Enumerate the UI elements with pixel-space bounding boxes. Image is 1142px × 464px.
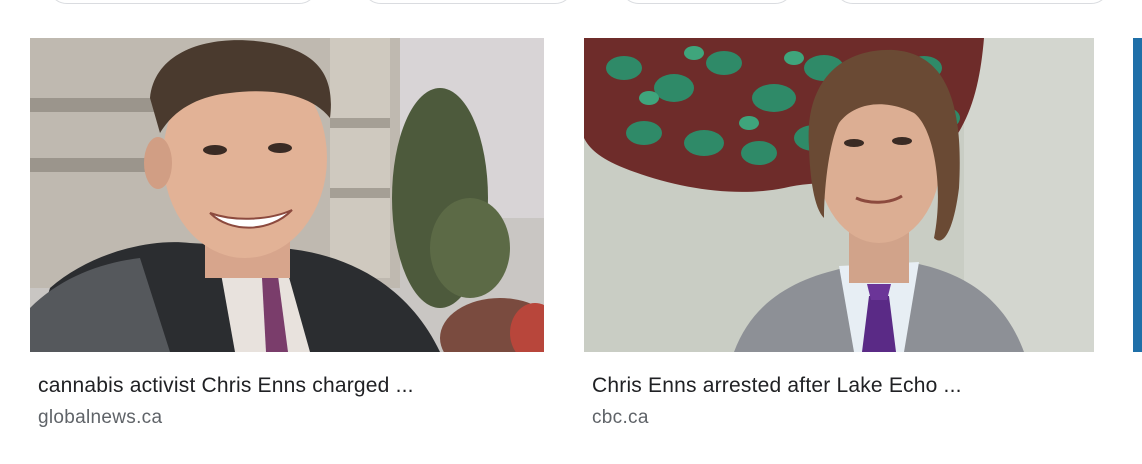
next-result-thumbnail[interactable]	[1133, 38, 1142, 352]
filter-chip[interactable]	[48, 0, 318, 4]
result-source[interactable]: globalnews.ca	[38, 406, 544, 430]
filter-chip[interactable]	[362, 0, 574, 4]
result-title[interactable]: cannabis activist Chris Enns charged ...	[38, 372, 544, 400]
filter-chip[interactable]	[834, 0, 1110, 4]
result-source[interactable]: cbc.ca	[592, 406, 1094, 430]
result-thumbnail[interactable]	[584, 38, 1094, 352]
filter-chip[interactable]	[620, 0, 794, 4]
image-result-card[interactable]: Chris Enns arrested after Lake Echo ... …	[584, 38, 1094, 430]
result-thumbnail[interactable]	[30, 38, 544, 352]
result-title[interactable]: Chris Enns arrested after Lake Echo ...	[592, 372, 1094, 400]
image-results-page: cannabis activist Chris Enns charged ...…	[0, 0, 1142, 464]
image-result-card[interactable]: cannabis activist Chris Enns charged ...…	[30, 38, 544, 430]
